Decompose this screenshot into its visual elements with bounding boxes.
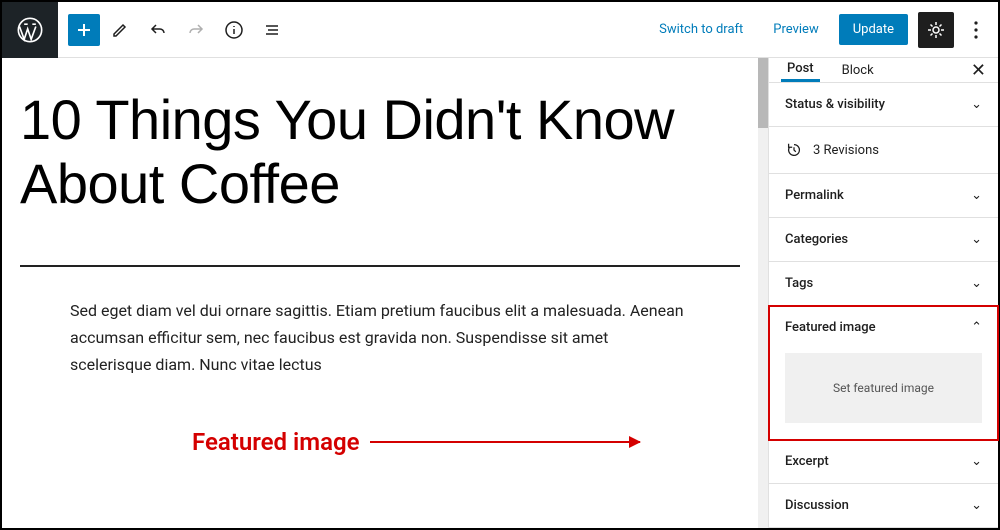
paragraph-block[interactable]: Sed eget diam vel dui ornare sagittis. E… <box>70 297 690 379</box>
panel-tags: Tags ⌄ <box>769 262 998 306</box>
panel-tags-toggle[interactable]: Tags ⌄ <box>769 262 998 305</box>
panel-categories: Categories ⌄ <box>769 218 998 262</box>
panel-status: Status & visibility ⌄ <box>769 83 998 127</box>
panel-permalink-label: Permalink <box>785 188 844 203</box>
tab-post[interactable]: Post <box>781 58 820 82</box>
chevron-down-icon: ⌄ <box>971 188 982 203</box>
chevron-down-icon: ⌄ <box>971 498 982 513</box>
sidebar-tabs: Post Block ✕ <box>769 58 998 83</box>
more-menu-button[interactable] <box>964 12 988 48</box>
redo-icon <box>186 20 206 40</box>
panel-tags-label: Tags <box>785 276 813 291</box>
edit-mode-button[interactable] <box>102 12 138 48</box>
panel-excerpt-toggle[interactable]: Excerpt ⌄ <box>769 440 998 483</box>
kebab-icon <box>974 21 978 39</box>
annotation-callout: Featured image <box>192 428 640 456</box>
revisions-label: 3 Revisions <box>813 143 879 158</box>
revisions-button[interactable]: 3 Revisions <box>769 127 998 174</box>
annotation-label: Featured image <box>192 428 360 456</box>
undo-icon <box>148 20 168 40</box>
separator-block[interactable] <box>20 265 740 267</box>
chevron-up-icon: ⌃ <box>971 320 982 335</box>
scrollbar-thumb[interactable] <box>758 58 768 128</box>
chevron-down-icon: ⌄ <box>971 97 982 112</box>
undo-button[interactable] <box>140 12 176 48</box>
editor-canvas[interactable]: 10 Things You Didn't Know About Coffee S… <box>2 58 758 528</box>
panel-permalink-toggle[interactable]: Permalink ⌄ <box>769 174 998 217</box>
main-area: 10 Things You Didn't Know About Coffee S… <box>2 58 998 528</box>
panel-featured-label: Featured image <box>785 320 876 335</box>
close-sidebar-button[interactable]: ✕ <box>971 60 986 81</box>
toolbar-right: Switch to draft Preview Update <box>649 12 998 48</box>
update-button[interactable]: Update <box>839 14 908 45</box>
info-button[interactable] <box>216 12 252 48</box>
panel-permalink: Permalink ⌄ <box>769 174 998 218</box>
panel-status-label: Status & visibility <box>785 97 885 112</box>
panel-discussion-label: Discussion <box>785 498 849 513</box>
panel-status-toggle[interactable]: Status & visibility ⌄ <box>769 83 998 126</box>
chevron-down-icon: ⌄ <box>971 276 982 291</box>
redo-button[interactable] <box>178 12 214 48</box>
panel-categories-label: Categories <box>785 232 848 247</box>
history-icon <box>785 141 803 159</box>
list-icon <box>262 20 282 40</box>
panel-featured-image: Featured image ⌃ Set featured image <box>769 306 998 440</box>
chevron-down-icon: ⌄ <box>971 232 982 247</box>
panel-featured-toggle[interactable]: Featured image ⌃ <box>769 306 998 349</box>
toolbar-left <box>58 12 290 48</box>
preview-button[interactable]: Preview <box>763 16 828 43</box>
settings-button[interactable] <box>918 12 954 48</box>
add-block-button[interactable] <box>68 14 100 46</box>
top-toolbar: Switch to draft Preview Update <box>2 2 998 58</box>
info-icon <box>224 20 244 40</box>
wordpress-logo[interactable] <box>2 2 58 58</box>
tab-block[interactable]: Block <box>836 58 880 82</box>
panel-excerpt: Excerpt ⌄ <box>769 440 998 484</box>
set-featured-image-button[interactable]: Set featured image <box>785 353 982 423</box>
arrow-icon <box>370 441 640 443</box>
panel-discussion-toggle[interactable]: Discussion ⌄ <box>769 484 998 527</box>
editor-scrollbar[interactable] <box>758 58 768 528</box>
panel-discussion: Discussion ⌄ <box>769 484 998 528</box>
gear-icon <box>926 20 946 40</box>
panel-categories-toggle[interactable]: Categories ⌄ <box>769 218 998 261</box>
panel-excerpt-label: Excerpt <box>785 454 829 469</box>
settings-sidebar: Post Block ✕ Status & visibility ⌄ 3 Rev… <box>768 58 998 528</box>
wordpress-icon <box>16 16 44 44</box>
plus-icon <box>74 20 94 40</box>
chevron-down-icon: ⌄ <box>971 454 982 469</box>
switch-to-draft-button[interactable]: Switch to draft <box>649 16 753 43</box>
outline-button[interactable] <box>254 12 290 48</box>
post-title[interactable]: 10 Things You Didn't Know About Coffee <box>20 88 740 217</box>
pencil-icon <box>110 20 130 40</box>
